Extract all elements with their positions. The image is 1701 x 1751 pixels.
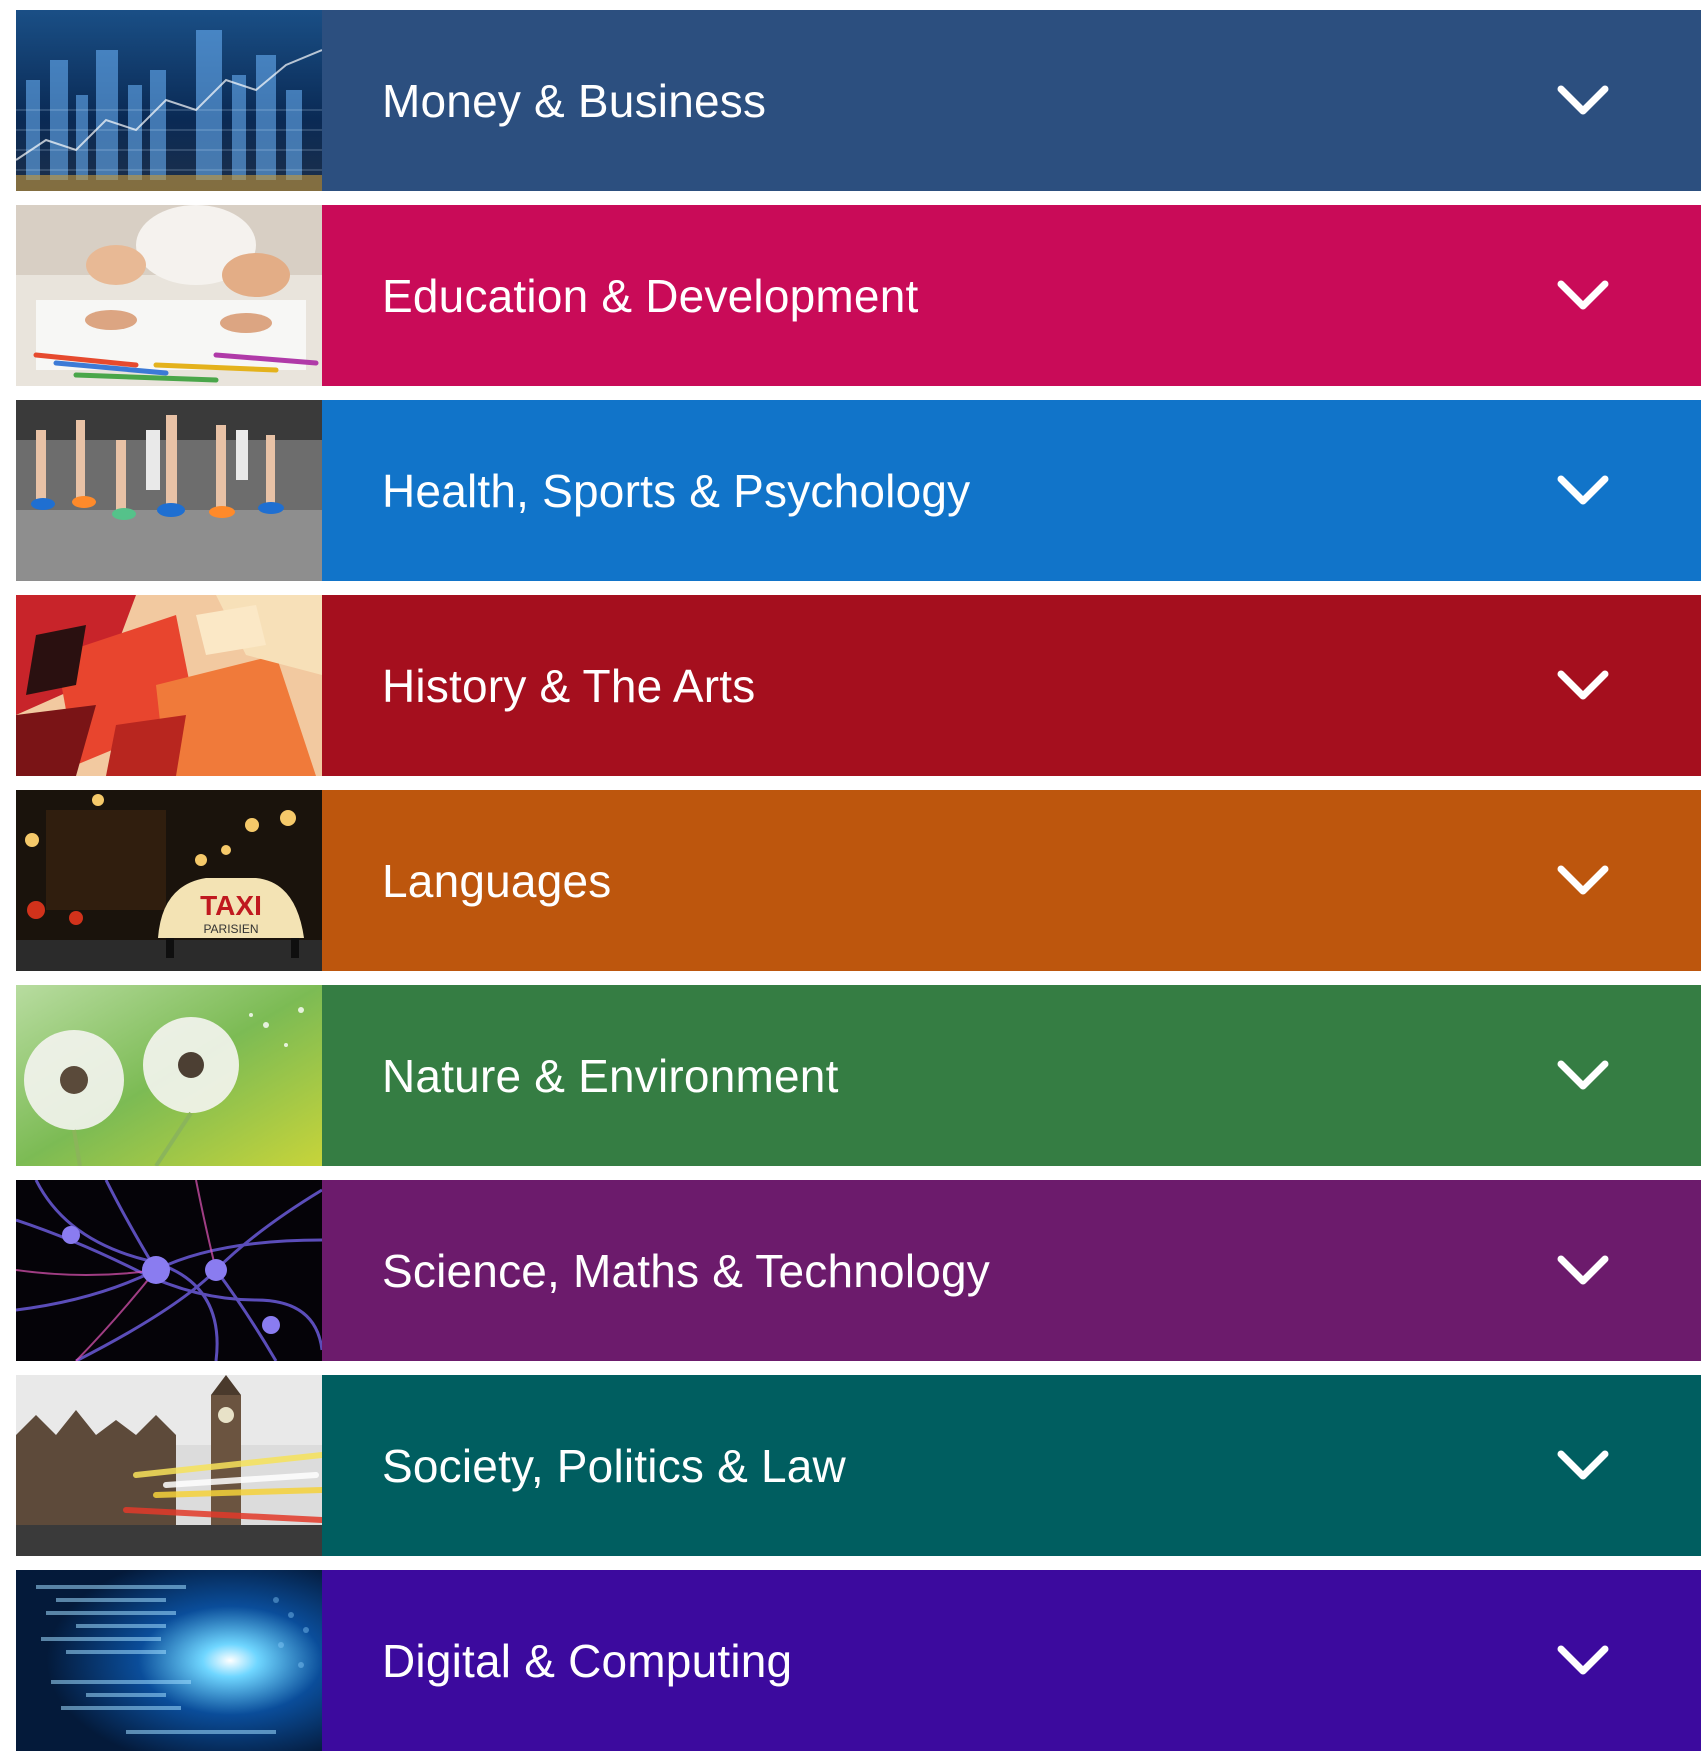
paint-abstract-image: [16, 595, 322, 776]
category-bar[interactable]: Science, Maths & Technology: [322, 1180, 1701, 1361]
chevron-down-icon[interactable]: [1553, 1446, 1613, 1486]
category-bar[interactable]: Digital & Computing: [322, 1570, 1701, 1751]
category-row-history-arts[interactable]: History & The Arts: [16, 595, 1701, 776]
category-bar[interactable]: Money & Business: [322, 10, 1701, 191]
category-bar[interactable]: Education & Development: [322, 205, 1701, 386]
category-bar[interactable]: History & The Arts: [322, 595, 1701, 776]
chevron-down-icon[interactable]: [1553, 666, 1613, 706]
city-finance-image: [16, 10, 322, 191]
chevron-down-icon[interactable]: [1553, 861, 1613, 901]
paris-taxi-image: TAXI PARISIEN: [16, 790, 322, 971]
dandelion-image: [16, 985, 322, 1166]
category-label: Nature & Environment: [382, 1049, 839, 1102]
category-label: Money & Business: [382, 74, 767, 127]
category-label: History & The Arts: [382, 659, 756, 712]
category-bar[interactable]: Nature & Environment: [322, 985, 1701, 1166]
category-row-science-maths-technology[interactable]: Science, Maths & Technology: [16, 1180, 1701, 1361]
category-row-languages[interactable]: TAXI PARISIEN Languages: [16, 790, 1701, 971]
category-row-society-politics-law[interactable]: Society, Politics & Law: [16, 1375, 1701, 1556]
chevron-down-icon[interactable]: [1553, 276, 1613, 316]
category-row-education-development[interactable]: Education & Development: [16, 205, 1701, 386]
category-bar[interactable]: Society, Politics & Law: [322, 1375, 1701, 1556]
category-row-health-sports-psychology[interactable]: Health, Sports & Psychology: [16, 400, 1701, 581]
children-drawing-image: [16, 205, 322, 386]
category-bar[interactable]: Health, Sports & Psychology: [322, 400, 1701, 581]
svg-text:PARISIEN: PARISIEN: [203, 922, 258, 936]
chevron-down-icon[interactable]: [1553, 1251, 1613, 1291]
chevron-down-icon[interactable]: [1553, 81, 1613, 121]
category-row-digital-computing[interactable]: Digital & Computing: [16, 1570, 1701, 1751]
category-label: Education & Development: [382, 269, 919, 322]
category-label: Health, Sports & Psychology: [382, 464, 971, 517]
category-row-money-business[interactable]: Money & Business: [16, 10, 1701, 191]
runners-image: [16, 400, 322, 581]
category-label: Society, Politics & Law: [382, 1439, 846, 1492]
category-label: Science, Maths & Technology: [382, 1244, 991, 1297]
chevron-down-icon[interactable]: [1553, 471, 1613, 511]
chevron-down-icon[interactable]: [1553, 1056, 1613, 1096]
category-list: Money & Business Education & Development…: [16, 10, 1701, 1751]
chevron-down-icon[interactable]: [1553, 1641, 1613, 1681]
category-bar[interactable]: Languages: [322, 790, 1701, 971]
svg-text:TAXI: TAXI: [200, 890, 262, 921]
category-label: Digital & Computing: [382, 1634, 793, 1687]
westminster-image: [16, 1375, 322, 1556]
category-row-nature-environment[interactable]: Nature & Environment: [16, 985, 1701, 1166]
category-label: Languages: [382, 854, 612, 907]
digital-code-image: [16, 1570, 322, 1751]
neurons-image: [16, 1180, 322, 1361]
